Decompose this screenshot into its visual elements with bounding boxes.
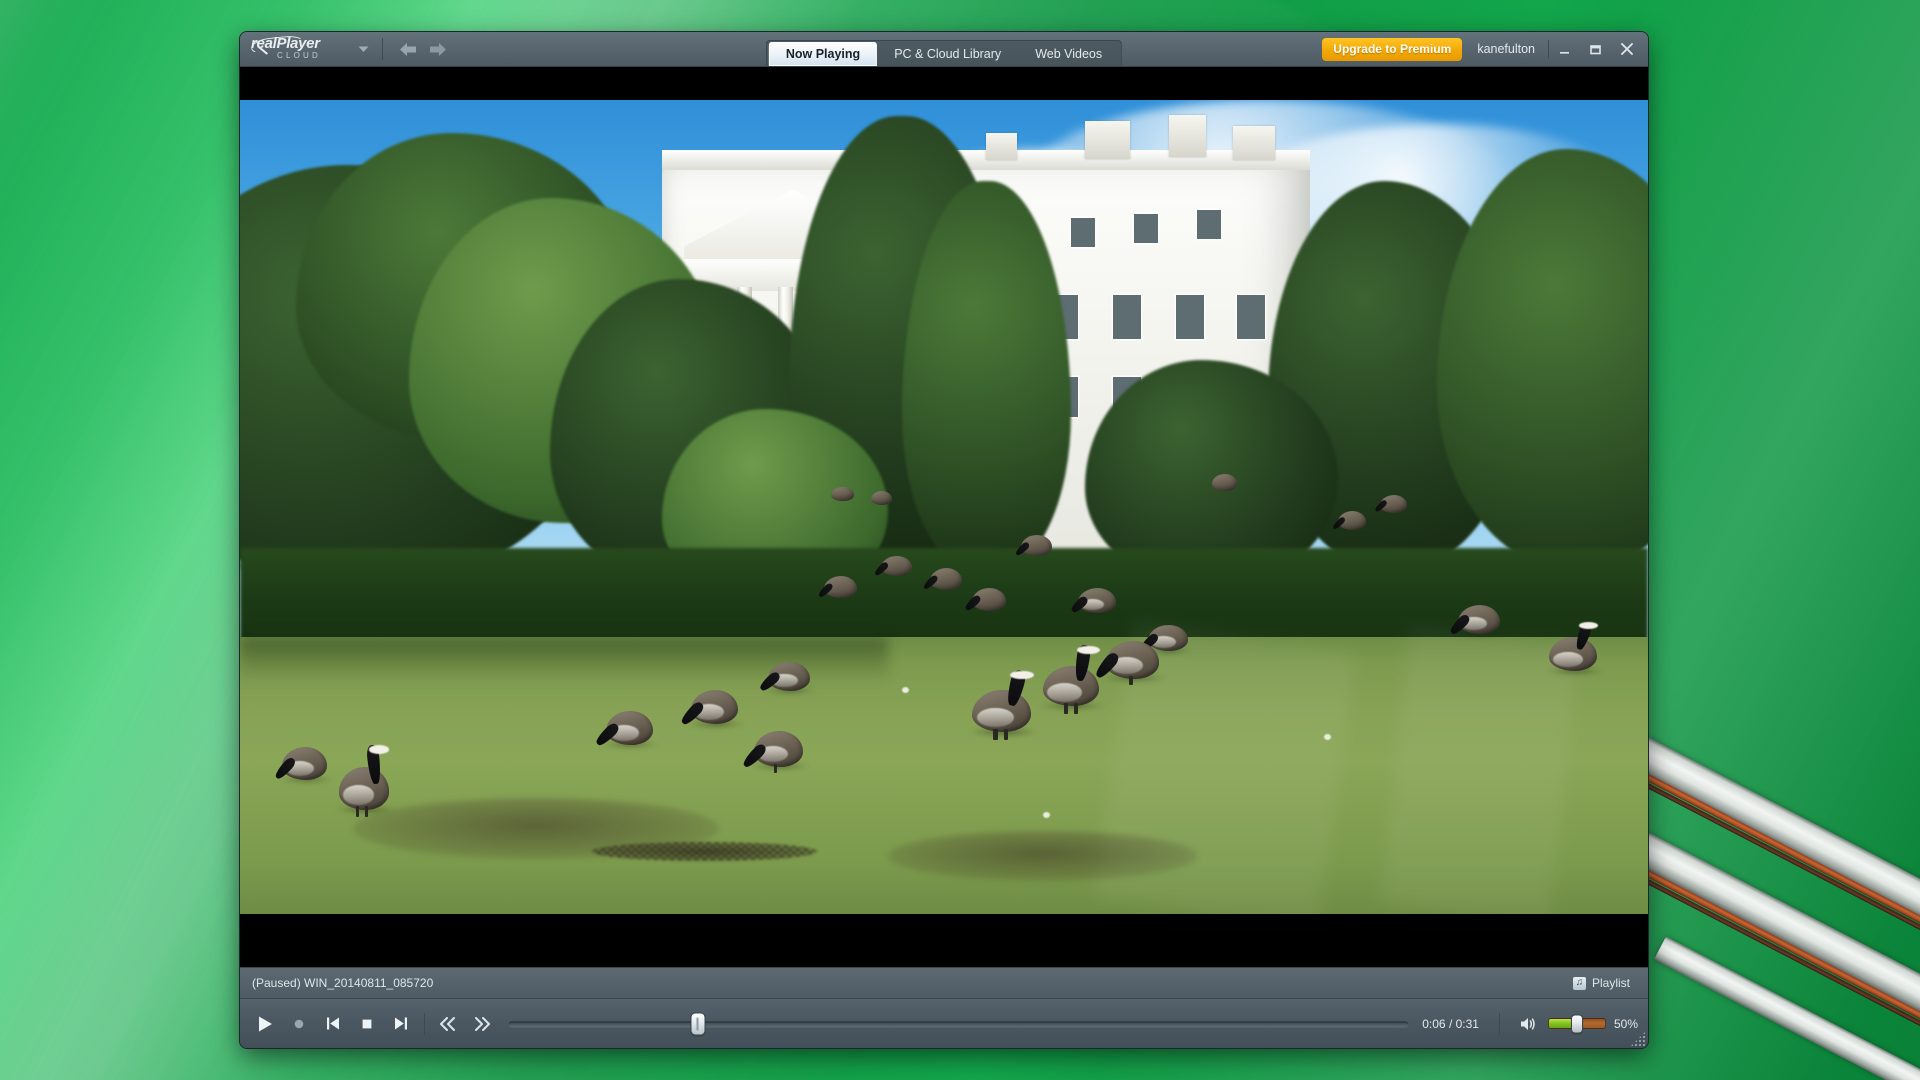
main-tabs: Now Playing PC & Cloud Library Web Video…: [765, 40, 1123, 66]
stop-button[interactable]: [350, 1007, 384, 1041]
goose: [873, 555, 912, 578]
goose: [1374, 494, 1408, 514]
goose: [816, 576, 857, 600]
volume-slider[interactable]: [1547, 1015, 1606, 1032]
upgrade-to-premium-button[interactable]: Upgrade to Premium: [1322, 37, 1463, 61]
logo-primary-text: realPlayer: [251, 35, 320, 52]
goose: [1014, 535, 1053, 557]
goose: [1546, 620, 1604, 675]
control-divider: [424, 1012, 425, 1035]
titlebar-right-group: Upgrade to Premium kanefulton: [1322, 36, 1648, 62]
video-frame: [240, 100, 1648, 914]
chevron-down-icon[interactable]: [354, 39, 372, 59]
scene-lawn-patch-2: [887, 830, 1198, 881]
goose: [964, 588, 1006, 613]
status-bar: (Paused) WIN_20140811_085720 ♫ Playlist: [240, 967, 1648, 998]
scene-chimney-4: [1232, 126, 1275, 161]
goose: [831, 486, 854, 502]
scene-dormer-1: [1070, 218, 1095, 248]
rewind-button[interactable]: [431, 1007, 465, 1041]
scene-dormer-3: [1197, 209, 1222, 240]
app-logo[interactable]: realPlayer CLOUD: [240, 34, 372, 62]
title-bar: realPlayer CLOUD Now Playing PC & Cloud …: [240, 32, 1648, 67]
scene-dormer-2: [1134, 213, 1158, 244]
time-display: 0:06 / 0:31: [1422, 1016, 1479, 1031]
record-button[interactable]: [282, 1007, 316, 1041]
seek-thumb[interactable]: [691, 1013, 705, 1034]
goose: [1069, 588, 1121, 616]
volume-thumb[interactable]: [1571, 1015, 1582, 1032]
tab-web-videos[interactable]: Web Videos: [1018, 42, 1119, 66]
goose: [757, 661, 816, 694]
titlebar-divider-1: [382, 38, 383, 60]
scene-chimney-2: [1169, 114, 1206, 157]
goose: [272, 747, 333, 783]
back-button[interactable]: [393, 36, 423, 62]
goose: [922, 568, 963, 591]
volume-percent-label: 50%: [1613, 1016, 1638, 1031]
fast-forward-button[interactable]: [465, 1007, 499, 1041]
goose: [870, 490, 892, 505]
goose: [594, 710, 659, 749]
seek-track[interactable]: [509, 1021, 1409, 1026]
music-note-icon: ♫: [1572, 976, 1586, 990]
goose: [1039, 644, 1106, 714]
account-username[interactable]: kanefulton: [1462, 42, 1548, 56]
goose: [1092, 641, 1166, 686]
now-playing-status: (Paused) WIN_20140811_085720: [252, 976, 434, 990]
goose: [335, 744, 396, 818]
realplayer-logo-mark: realPlayer CLOUD: [250, 34, 347, 62]
tab-now-playing[interactable]: Now Playing: [768, 42, 878, 66]
scene-pebble-4: [1042, 811, 1050, 818]
playlist-button[interactable]: ♫ Playlist: [1572, 976, 1636, 990]
goose: [1211, 474, 1237, 491]
previous-track-button[interactable]: [316, 1007, 350, 1041]
scene-window-4: [1236, 295, 1266, 340]
goose: [1447, 604, 1506, 637]
video-stage[interactable]: [240, 67, 1648, 967]
minimize-button[interactable]: [1549, 36, 1580, 62]
scene-window-3: [1176, 295, 1205, 340]
goose: [968, 668, 1039, 741]
next-track-button[interactable]: [384, 1007, 418, 1041]
maximize-button[interactable]: [1580, 36, 1611, 62]
realplayer-window: realPlayer CLOUD Now Playing PC & Cloud …: [240, 32, 1648, 1048]
scene-chimney-1: [1084, 121, 1130, 159]
control-divider-2: [1498, 1012, 1500, 1035]
forward-button[interactable]: [423, 36, 453, 62]
volume-control[interactable]: 50%: [1506, 1012, 1638, 1036]
scene-window-2: [1112, 295, 1142, 340]
play-button[interactable]: [248, 1007, 282, 1041]
goose: [679, 690, 745, 728]
goose: [741, 730, 810, 774]
scene-lawn-drain-cover: [592, 842, 818, 862]
playback-control-bar: 0:06 / 0:31 50%: [240, 998, 1648, 1048]
seek-bar[interactable]: [509, 1007, 1409, 1041]
scene-chimney-3: [986, 132, 1018, 161]
speaker-icon[interactable]: [1516, 1012, 1540, 1036]
goose: [1331, 511, 1367, 531]
scene-lawn: [240, 622, 1648, 914]
close-button[interactable]: [1611, 36, 1642, 62]
playlist-label: Playlist: [1591, 976, 1630, 990]
scene-pebble-2: [901, 687, 909, 694]
tab-pc-cloud-library[interactable]: PC & Cloud Library: [877, 42, 1018, 66]
